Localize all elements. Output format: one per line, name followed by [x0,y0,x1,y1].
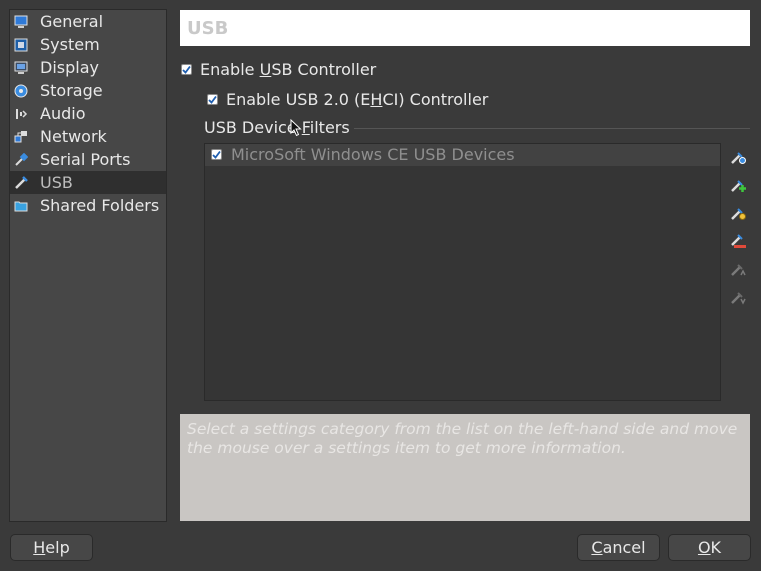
sidebar-item-label: Shared Folders [40,196,160,215]
add-empty-filter-button[interactable] [729,148,747,166]
sidebar-item-storage[interactable]: Storage [10,79,166,102]
label-part: K [710,538,722,557]
mnemonic: O [697,538,711,557]
page-title: USB [180,10,750,46]
remove-filter-button[interactable] [729,232,747,250]
mouse-cursor-icon [290,119,302,137]
usb-add-empty-icon [731,152,746,164]
sidebar-item-network[interactable]: Network [10,125,166,148]
sidebar-item-label: Network [40,127,107,146]
sidebar-item-label: Serial Ports [40,150,131,169]
sidebar-item-audio[interactable]: Audio [10,102,166,125]
list-item[interactable]: MicroSoft Windows CE USB Devices [205,144,720,166]
network-icon [13,129,29,145]
mnemonic: F [301,118,310,137]
storage-icon [13,83,29,99]
usb-device-filters-title: USB Device Filters [204,118,350,137]
enable-ehci-label[interactable]: Enable USB 2.0 (EHCI) Controller [226,90,488,109]
label-part: elp [45,538,70,557]
label-part: USB Device [204,118,302,137]
folder-icon [13,198,29,214]
sidebar-item-label: Storage [40,81,103,100]
usb-move-up-icon [731,264,746,276]
filter-enabled-checkbox[interactable] [211,149,222,160]
checkmark-icon [208,95,217,104]
label-part: SB Controller [271,60,377,79]
motherboard-icon [13,37,29,53]
sidebar-item-label: General [40,12,104,31]
move-filter-up-button[interactable] [729,260,747,278]
edit-filter-button[interactable] [729,204,747,222]
mnemonic: C [591,538,603,557]
sidebar-item-label: Display [40,58,99,77]
label-part: CI) Controller [382,90,489,109]
sidebar-item-shared-folders[interactable]: Shared Folders [10,194,166,217]
sidebar-item-label: USB [40,173,73,192]
filter-name: MicroSoft Windows CE USB Devices [231,145,515,164]
mnemonic: U [259,60,272,79]
cancel-button[interactable]: Cancel [577,534,660,561]
display-icon [13,60,29,76]
enable-usb-controller-label[interactable]: Enable USB Controller [200,60,376,79]
move-filter-down-button[interactable] [729,288,747,306]
serial-port-icon [13,152,29,168]
add-filter-from-device-button[interactable] [729,176,747,194]
label-part: ancel [602,538,646,557]
sidebar-item-label: System [40,35,100,54]
usb-add-icon [731,180,746,192]
usb-move-down-icon [731,292,746,305]
help-button[interactable]: Help [10,534,93,561]
enable-ehci-checkbox[interactable] [207,94,218,105]
monitor-icon [13,14,29,30]
label-part: ilters [309,118,350,137]
label-part: Enable [200,60,260,79]
settings-category-list[interactable]: General System Display Storage Audio Net… [9,9,167,522]
sidebar-item-system[interactable]: System [10,33,166,56]
checkmark-icon [212,150,221,159]
usb-remove-icon [731,234,746,248]
label-part: Enable USB 2.0 (E [226,90,371,109]
usb-filter-list[interactable]: MicroSoft Windows CE USB Devices [204,143,721,401]
mnemonic: H [33,538,46,557]
info-panel: Select a settings category from the list… [180,414,750,521]
sidebar-item-display[interactable]: Display [10,56,166,79]
usb-edit-icon [731,208,746,220]
sidebar-item-general[interactable]: General [10,10,166,33]
mnemonic: H [370,90,383,109]
checkmark-icon [182,65,191,74]
usb-icon [13,175,29,191]
sidebar-item-label: Audio [40,104,86,123]
audio-icon [13,106,29,122]
sidebar-item-usb[interactable]: USB [10,171,166,194]
enable-usb-controller-checkbox[interactable] [181,64,192,75]
ok-button[interactable]: OK [668,534,751,561]
sidebar-item-serial-ports[interactable]: Serial Ports [10,148,166,171]
group-divider [354,128,750,129]
